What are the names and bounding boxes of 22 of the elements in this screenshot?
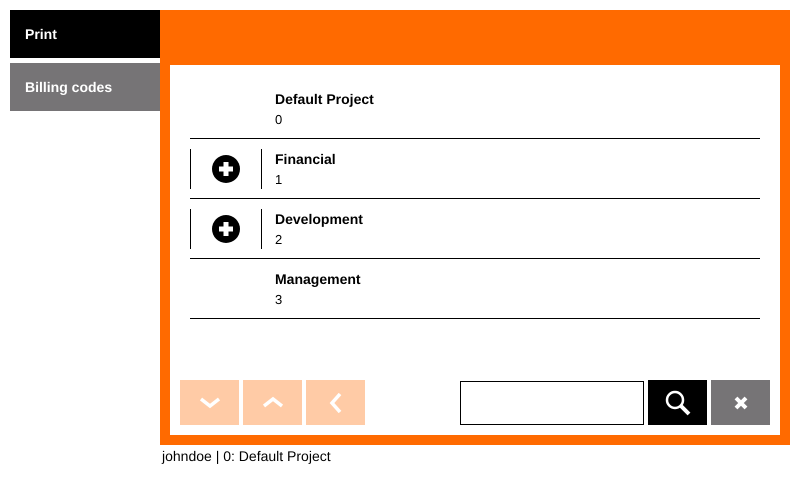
row-title: Financial: [275, 150, 336, 168]
expand-icon[interactable]: [212, 154, 240, 182]
list-row[interactable]: Financial 1: [190, 139, 760, 199]
search-icon: [664, 388, 692, 416]
row-code: 2: [275, 232, 284, 248]
search-button[interactable]: [648, 380, 707, 425]
close-icon: [734, 396, 748, 410]
list-row[interactable]: Management 3: [190, 259, 760, 319]
row-title: Management: [275, 270, 361, 288]
status-text: johndoe | 0: Default Project: [160, 447, 332, 466]
row-code: 3: [275, 292, 284, 308]
row-title: Default Project: [275, 90, 374, 108]
row-code: 0: [275, 112, 284, 128]
row-code: 1: [275, 172, 284, 188]
sidebar-tab[interactable]: Billing codes: [10, 63, 160, 111]
row-title: Development: [275, 210, 363, 228]
expand-icon[interactable]: [212, 214, 240, 242]
list-row[interactable]: Development 2: [190, 199, 760, 259]
search-field[interactable]: [460, 380, 644, 424]
list-row[interactable]: Default Project 0: [190, 79, 760, 139]
clear-button[interactable]: [711, 380, 770, 425]
sidebar-tab[interactable]: Print: [10, 10, 160, 58]
